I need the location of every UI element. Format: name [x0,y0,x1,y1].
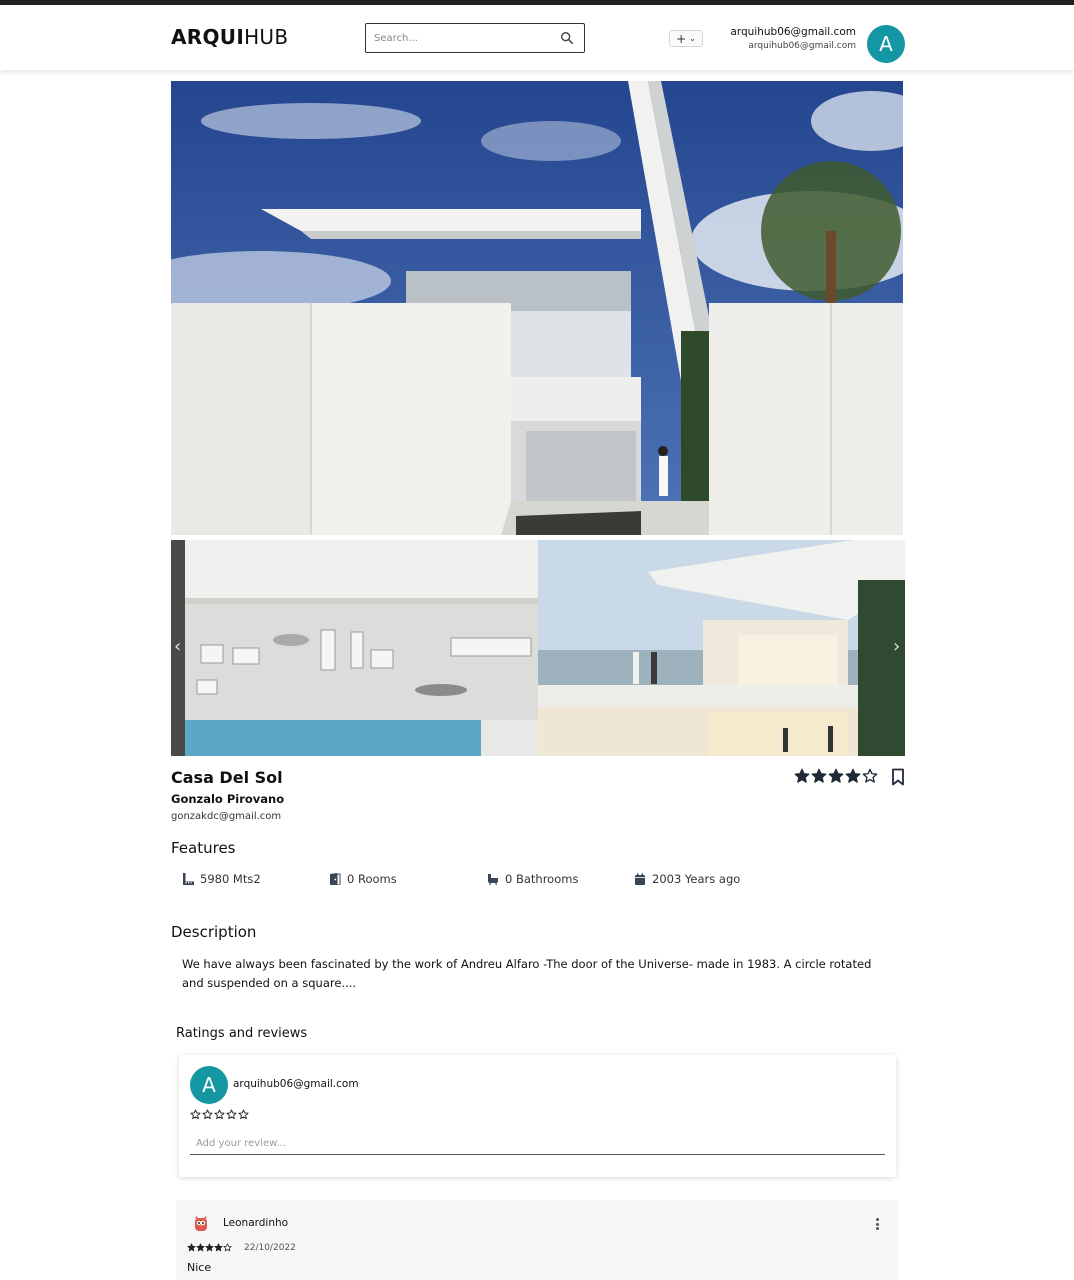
terrace-illustration [538,540,905,756]
feature-rooms: 0 Rooms [329,872,397,886]
user-email: arquihub06@gmail.com [730,26,856,38]
door-icon [330,873,341,885]
user-email-secondary: arquihub06@gmail.com [748,41,856,51]
features-heading: Features [171,839,236,857]
review-input[interactable] [190,1133,885,1155]
gallery-thumb-terrace[interactable]: › [538,540,905,756]
star-filled-icon [214,1243,223,1252]
gallery-thumb-pool[interactable]: ‹ [171,540,538,756]
bath-icon [488,874,498,885]
bookmark-icon[interactable] [890,768,906,786]
calendar-icon [635,873,645,885]
pool-illustration [171,540,538,756]
star-empty-icon [214,1109,225,1120]
gallery-prev-arrow[interactable]: ‹ [174,636,181,657]
star-filled-icon [794,768,810,783]
star-filled-icon [187,1243,196,1252]
reviewer-email: arquihub06@gmail.com [233,1078,359,1090]
star-empty-icon [190,1109,201,1120]
review-author: Leonardinho [223,1217,289,1229]
review-card: Leonardinho 22/10/2022 Nice [176,1200,898,1280]
search-icon[interactable] [560,31,574,45]
star-empty-icon [223,1243,232,1252]
reviews-heading: Ratings and reviews [176,1026,308,1041]
author-email: gonzakdc@gmail.com [171,811,282,822]
chevron-down-icon: ⌄ [689,34,696,43]
description-heading: Description [171,923,257,941]
feature-bathrooms-label: 0 Bathrooms [505,872,579,886]
ruler-icon [183,873,194,885]
logo-bold: ARQUI [171,25,245,49]
add-project-button[interactable]: + ⌄ [669,30,703,47]
star-empty-icon [238,1109,249,1120]
star-filled-icon [828,768,844,783]
star-empty-icon [226,1109,237,1120]
description-text: We have always been fascinated by the wo… [182,957,872,990]
plus-icon: + [676,31,687,46]
star-filled-icon [811,768,827,783]
reviewer-avatar: A [190,1066,228,1104]
star-filled-icon [205,1243,214,1252]
search-input[interactable] [374,29,554,47]
search-box [365,23,585,53]
star-filled-icon [845,768,861,783]
gallery-thumbnails[interactable]: ‹ › [171,540,905,756]
review-rating [187,1243,232,1252]
feature-rooms-label: 0 Rooms [347,872,397,886]
star-empty-icon [202,1109,213,1120]
gallery-next-arrow[interactable]: › [893,636,900,657]
feature-bathrooms: 0 Bathrooms [487,872,578,886]
house-illustration [171,81,903,535]
review-date: 22/10/2022 [244,1243,296,1253]
project-author[interactable]: Gonzalo Pirovano [171,792,284,806]
user-avatar[interactable]: A [867,25,905,63]
star-empty-icon [862,768,878,783]
project-rating [794,768,878,784]
star-filled-icon [196,1243,205,1252]
more-options-icon[interactable] [872,1216,882,1232]
feature-age-label: 2003 Years ago [652,872,741,886]
review-text: Nice [187,1261,212,1274]
project-title: Casa Del Sol [171,768,283,787]
feature-age: 2003 Years ago [634,872,740,886]
rating-input[interactable] [190,1109,249,1120]
feature-area-label: 5980 Mts2 [200,872,261,886]
logo[interactable]: ARQUIHUB [171,25,288,49]
header: ARQUIHUB + ⌄ arquihub06@gmail.com arquih… [0,5,1074,70]
review-form: A arquihub06@gmail.com [179,1055,896,1177]
feature-area: 5980 Mts2 [182,872,261,886]
logo-light: HUB [244,25,289,49]
hero-image [171,81,903,535]
owl-avatar-icon [195,1216,207,1231]
